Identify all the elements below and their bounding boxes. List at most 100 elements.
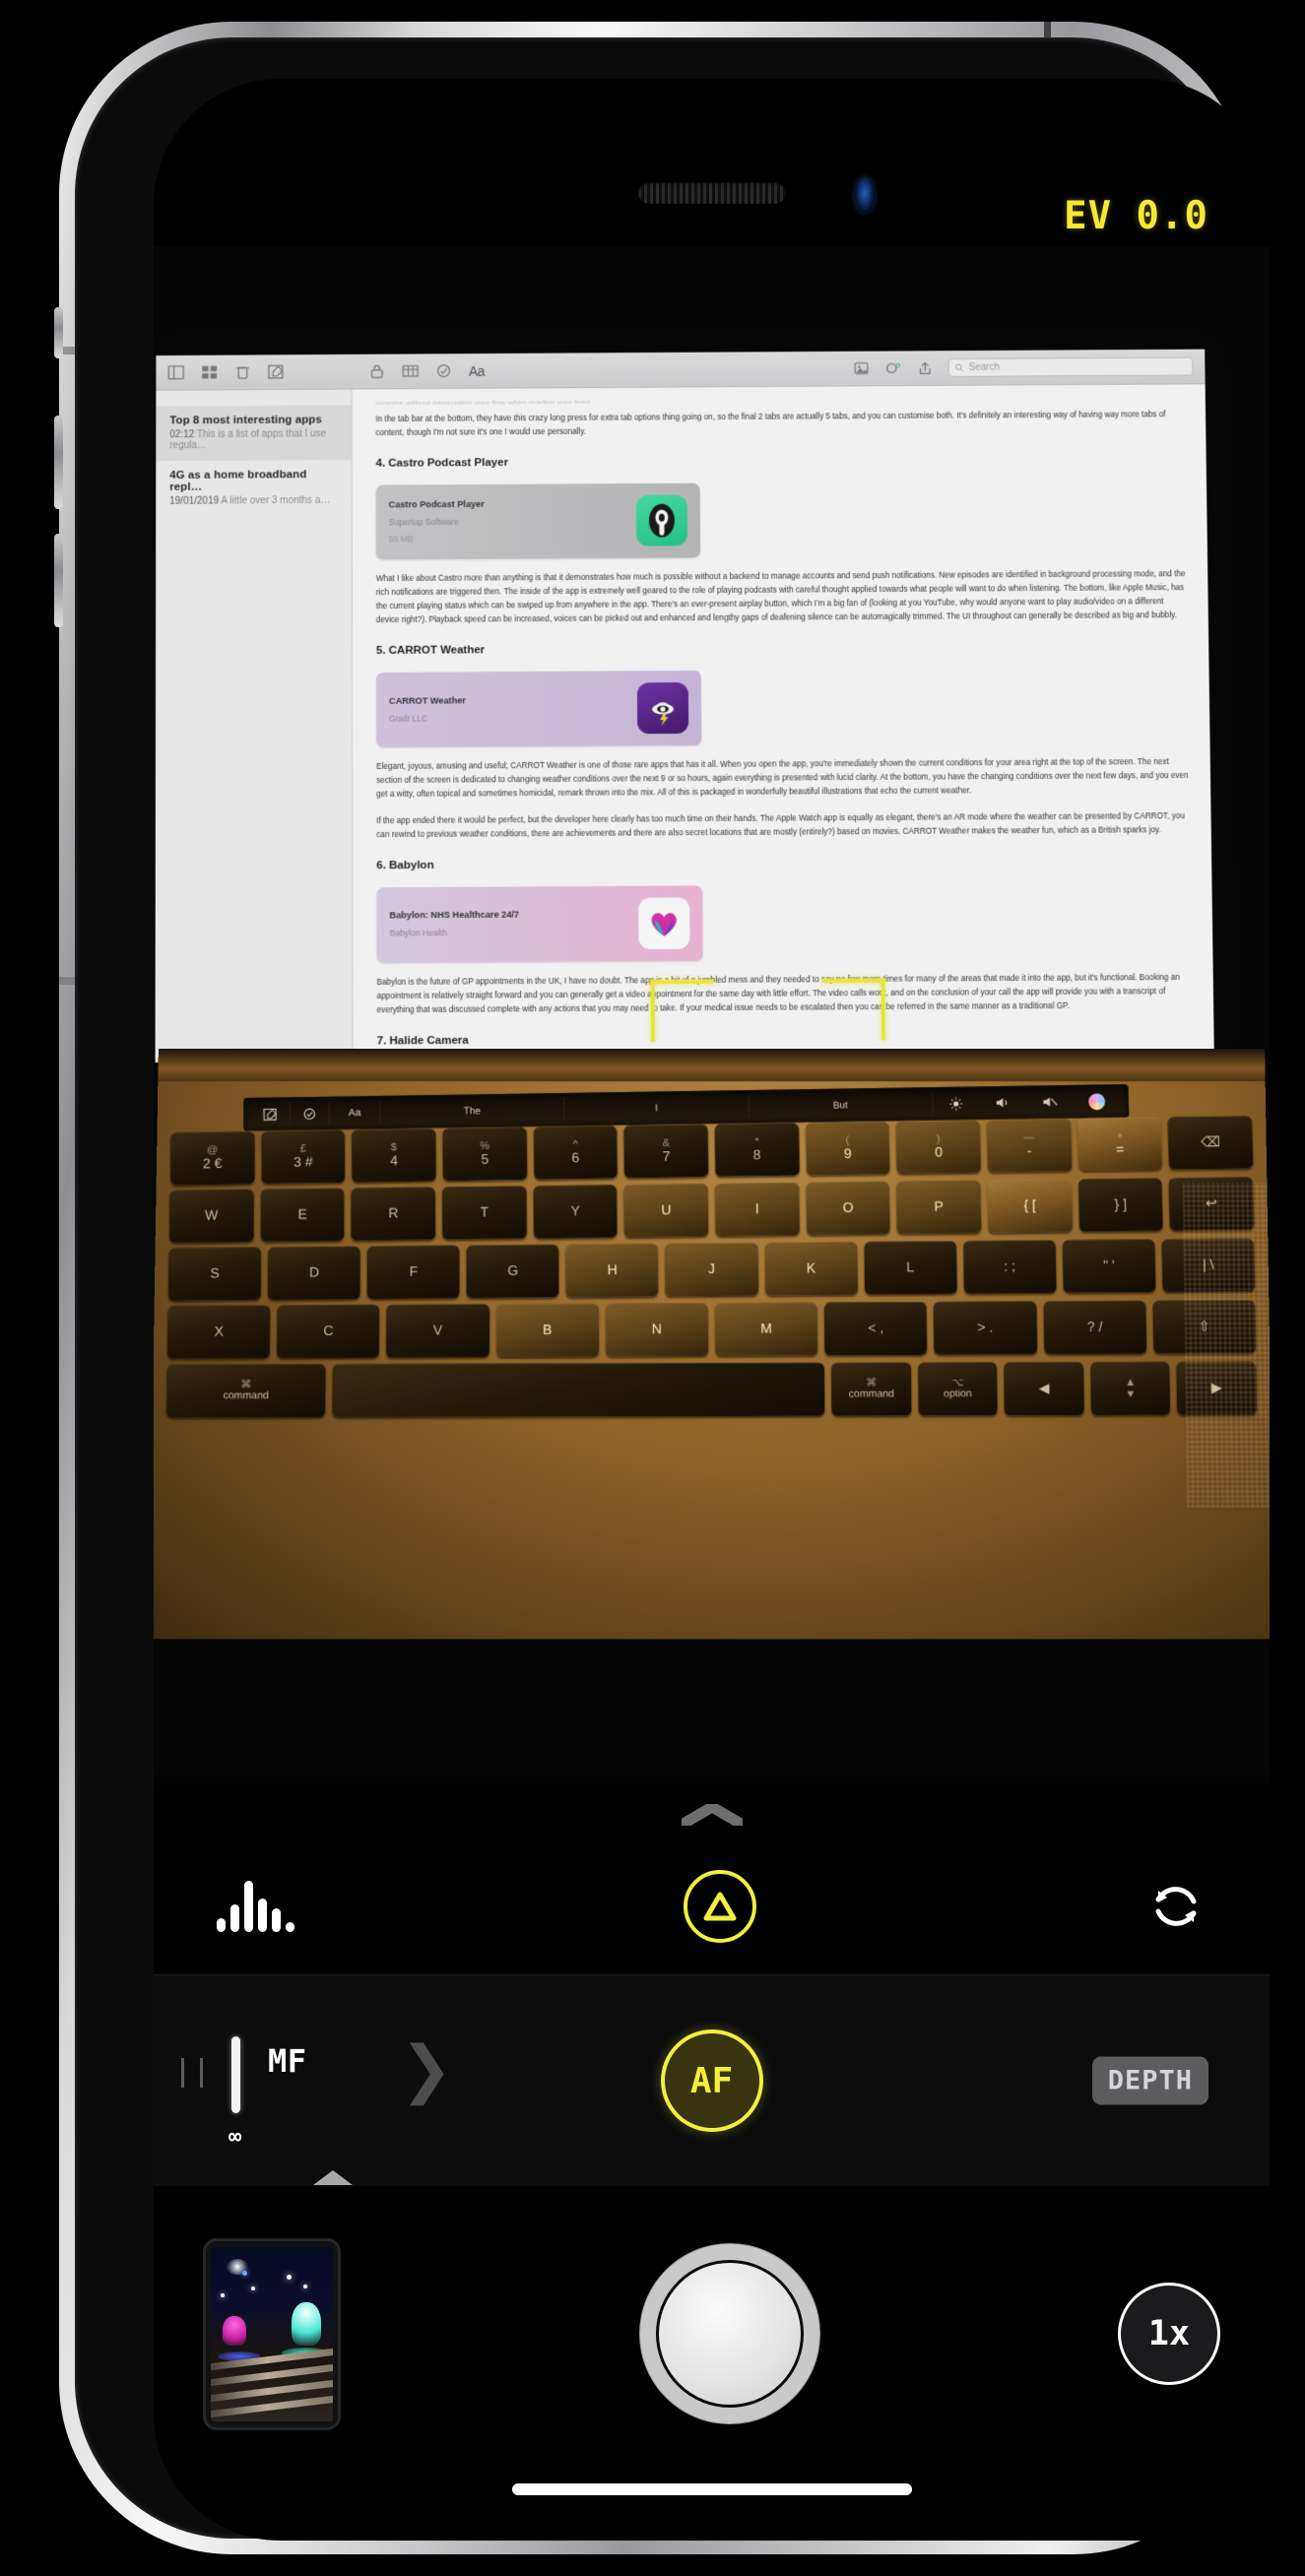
focus-slider-handle[interactable] (231, 2036, 240, 2113)
key-command-right[interactable]: ⌘ command (831, 1362, 912, 1416)
notes-sidebar[interactable]: Top 8 most interesting apps 02:12 This i… (155, 389, 354, 1063)
key-6[interactable]: ^ 6 (533, 1126, 619, 1180)
key-8[interactable]: * 8 (714, 1123, 800, 1177)
key--[interactable]: : ; (962, 1240, 1057, 1294)
last-photo-thumbnail[interactable] (203, 2237, 341, 2430)
camera-viewfinder[interactable]: Aa Search Top 8 most interesting apps 02… (154, 246, 1270, 1792)
key-l[interactable]: L (863, 1241, 957, 1295)
compose-icon[interactable] (251, 1102, 291, 1127)
volume-up-button[interactable] (54, 416, 63, 509)
key-space[interactable] (332, 1362, 825, 1418)
key-0[interactable]: ) 0 (895, 1120, 982, 1174)
home-indicator[interactable] (511, 2483, 912, 2495)
key-o[interactable]: O (805, 1181, 891, 1236)
volume-icon[interactable] (980, 1091, 1027, 1115)
collaborate-icon[interactable] (885, 360, 902, 375)
key-5[interactable]: % 5 (442, 1127, 528, 1182)
laptop-keyboard[interactable]: @2 € £3 # $4% 5 ^ 6 & 7 * 8(9) 0— - + = ⌫ W E R T Y U I O P{ [… (154, 1116, 1270, 1638)
media-icon[interactable] (854, 361, 871, 376)
key--[interactable]: > . (934, 1301, 1037, 1355)
key-s[interactable]: S (167, 1247, 262, 1301)
key-i[interactable]: I (714, 1182, 800, 1237)
prediction-word-2[interactable]: I (564, 1094, 750, 1122)
key-2-[interactable]: @2 € (170, 1130, 255, 1186)
key--[interactable]: — - (986, 1118, 1073, 1173)
key-k[interactable]: K (764, 1242, 858, 1296)
key-n[interactable]: N (605, 1303, 709, 1357)
checklist-icon[interactable] (435, 363, 452, 378)
key-e[interactable]: E (260, 1188, 345, 1242)
key-u[interactable]: U (623, 1183, 709, 1238)
mute-switch[interactable] (54, 307, 63, 358)
key--[interactable]: ? / (1043, 1300, 1147, 1355)
brightness-icon[interactable] (933, 1091, 980, 1115)
key-arrow-updown[interactable]: ▲ ▼ (1090, 1361, 1171, 1416)
key-y[interactable]: Y (533, 1185, 618, 1239)
app-card[interactable]: Babylon: NHS Healthcare 24/7 Babylon Hea… (376, 884, 703, 963)
key-4[interactable]: $4 (352, 1127, 436, 1183)
key--[interactable]: { [ (987, 1179, 1073, 1233)
ev-indicator[interactable]: EV 0.0 (1064, 194, 1208, 238)
key-b[interactable]: B (495, 1303, 599, 1358)
search-input[interactable]: Search (947, 356, 1194, 377)
key-x[interactable]: X (166, 1305, 271, 1359)
shutter-button[interactable] (639, 2244, 819, 2423)
key-option[interactable]: ⌥ option (917, 1362, 999, 1416)
key-label: 5 (481, 1151, 489, 1168)
app-card[interactable]: CARROT Weather Grailr LLC (375, 671, 702, 748)
depth-toggle-button[interactable]: DEPTH (1091, 2056, 1208, 2105)
mute-icon[interactable] (1026, 1090, 1074, 1114)
key-h[interactable]: H (565, 1243, 659, 1298)
prediction-word-3[interactable]: But (749, 1092, 934, 1119)
key-j[interactable]: J (665, 1242, 758, 1297)
format-label[interactable]: Aa (469, 362, 485, 378)
sidebar-toggle-icon[interactable] (167, 365, 184, 380)
key-upper-label: & (662, 1137, 671, 1150)
key--[interactable]: " ' (1062, 1239, 1156, 1293)
key-m[interactable]: M (714, 1302, 818, 1356)
key-9[interactable]: (9 (805, 1121, 890, 1176)
trash-icon[interactable] (234, 364, 251, 379)
zoom-level-button[interactable]: 1x (1118, 2283, 1220, 2385)
autofocus-button[interactable]: AF (660, 2029, 763, 2132)
note-document[interactable]: promise without interrupting your flow w… (352, 384, 1214, 1063)
siri-icon[interactable] (1074, 1089, 1121, 1113)
app-card[interactable]: Castro Podcast Player Supertop Software … (375, 483, 701, 560)
key-f[interactable]: F (366, 1245, 460, 1300)
lock-icon[interactable] (368, 364, 385, 379)
prediction-word-1[interactable]: The (380, 1097, 565, 1125)
note-list-item[interactable]: 4G as a home broadband repl… 19/01/2019 … (156, 460, 351, 517)
key-w[interactable]: W (168, 1189, 254, 1244)
key-c[interactable]: C (277, 1304, 380, 1359)
key-t[interactable]: T (441, 1186, 527, 1240)
checklist-icon[interactable] (290, 1101, 330, 1126)
key-d[interactable]: D (267, 1246, 360, 1301)
key--[interactable]: < , (823, 1301, 928, 1356)
key-3-[interactable]: £3 # (261, 1129, 346, 1185)
chevron-right-icon[interactable]: ❯ (400, 2037, 453, 2100)
note-list-item[interactable]: Top 8 most interesting apps 02:12 This i… (156, 405, 352, 462)
chevron-up-icon[interactable] (678, 1801, 746, 1830)
key-g[interactable]: G (466, 1244, 559, 1299)
key-p[interactable]: P (896, 1180, 982, 1235)
key-v[interactable]: V (386, 1304, 489, 1358)
key-7[interactable]: & 7 (623, 1124, 709, 1179)
histogram-icon[interactable] (217, 1881, 294, 1932)
flip-camera-button[interactable] (1145, 1876, 1207, 1937)
volume-down-button[interactable] (54, 534, 63, 627)
key-arrow-left[interactable]: ◀ (1004, 1362, 1084, 1416)
share-icon[interactable] (917, 360, 934, 375)
key-r[interactable]: R (351, 1187, 436, 1241)
manual-focus-slider[interactable]: MF ∞ ❯ (154, 1975, 479, 2186)
table-icon[interactable] (402, 363, 419, 378)
gallery-view-icon[interactable] (201, 365, 218, 380)
key-label: T (480, 1203, 489, 1220)
key--[interactable]: + = (1077, 1117, 1163, 1172)
key--[interactable]: ⌫ (1167, 1116, 1254, 1170)
laptop-hinge: MacBook Pro (158, 1048, 1266, 1082)
key--[interactable]: } ] (1077, 1178, 1164, 1232)
key-command-left[interactable]: ⌘ command (165, 1364, 326, 1418)
compose-note-icon[interactable] (268, 364, 285, 379)
touchbar-format-label[interactable]: Aa (329, 1100, 381, 1126)
level-grid-button[interactable] (684, 1870, 756, 1943)
